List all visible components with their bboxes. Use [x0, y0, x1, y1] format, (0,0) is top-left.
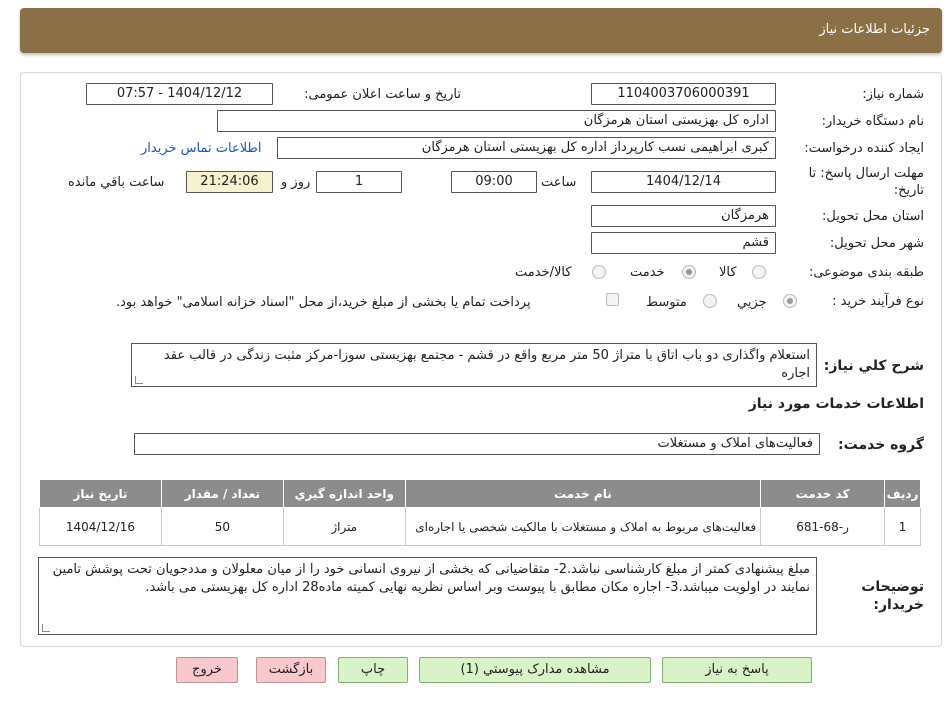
category-service-label: خدمت	[630, 265, 665, 280]
back-button[interactable]: بازگشت	[256, 657, 326, 683]
details-panel: شماره نیاز: 1104003706000391 تاریخ و ساع…	[20, 72, 942, 647]
purchase-medium-radio[interactable]	[703, 294, 717, 308]
col-row: رديف	[884, 479, 921, 508]
cell-code: ر-68-681	[760, 507, 886, 546]
deadline-time-field[interactable]: 09:00	[451, 171, 537, 193]
exit-button[interactable]: خروج	[176, 657, 238, 683]
province-field[interactable]: هرمزگان	[591, 205, 776, 227]
reply-button[interactable]: پاسخ به نیاز	[662, 657, 812, 683]
description-text: استعلام واگذاری دو باب اتاق با متراژ 50 …	[163, 348, 810, 381]
buyer-notes-label: توضيحات خريدار:	[861, 579, 924, 613]
category-goods-label: کالا	[719, 265, 737, 280]
days-label: روز و	[281, 175, 311, 190]
remaining-label: ساعت باقي مانده	[68, 175, 165, 190]
purchase-small-radio[interactable]	[783, 294, 797, 308]
resize-handle-icon[interactable]	[135, 376, 143, 384]
services-section-title: اطلاعات خدمات مورد نياز	[748, 396, 924, 412]
attachments-button[interactable]: مشاهده مدارک پیوستي (1)	[419, 657, 651, 683]
service-group-label: گروه خدمت:	[838, 437, 924, 453]
buyer-contact-link[interactable]: اطلاعات تماس خریدار	[141, 141, 261, 156]
description-label: شرح کلي نياز:	[823, 358, 924, 374]
cell-qty: 50	[160, 507, 284, 546]
buyer-notes-text: مبلغ پیشنهادی کمتر از مبلغ کارشناسی نباش…	[52, 562, 810, 595]
announce-label: تاریخ و ساعت اعلان عمومی:	[304, 87, 461, 102]
category-both-radio[interactable]	[592, 265, 606, 279]
announce-field[interactable]: 1404/12/12 - 07:57	[86, 83, 273, 105]
col-date: تاريخ نياز	[39, 479, 162, 508]
col-name: نام خدمت	[404, 479, 762, 508]
description-textarea[interactable]: استعلام واگذاری دو باب اتاق با متراژ 50 …	[131, 343, 817, 387]
table-row: 1 ر-68-681 فعالیت‌های مربوط به املاک و م…	[39, 507, 921, 546]
category-label: طبقه بندی موضوعی:	[808, 265, 924, 280]
need-number-field[interactable]: 1104003706000391	[591, 83, 776, 105]
time-label: ساعت	[541, 175, 577, 190]
deadline-label: مهلت ارسال پاسخ: تا تاریخ:	[808, 166, 924, 198]
purchase-medium-label: متوسط	[646, 295, 687, 310]
purchase-small-label: جزیي	[737, 295, 767, 310]
service-group-field[interactable]: فعالیت‌های املاک و مستغلات	[134, 433, 820, 455]
city-field[interactable]: قشم	[591, 232, 776, 254]
print-button[interactable]: چاپ	[338, 657, 408, 683]
cell-name: فعالیت‌های مربوط به املاک و مستغلات با م…	[404, 507, 762, 546]
cell-date: 1404/12/16	[39, 507, 162, 546]
table-header-row: رديف کد خدمت نام خدمت واحد اندازه گيري ت…	[39, 479, 921, 508]
creator-label: ایجاد کننده درخواست:	[804, 141, 924, 156]
cell-row: 1	[884, 507, 921, 546]
buyer-org-field[interactable]: اداره کل بهزیستی استان هرمزگان	[217, 110, 776, 132]
category-service-radio[interactable]	[682, 265, 696, 279]
resize-handle-icon[interactable]	[42, 624, 50, 632]
buyer-notes-textarea[interactable]: مبلغ پیشنهادی کمتر از مبلغ کارشناسی نباش…	[38, 557, 817, 635]
remaining-time-field: 21:24:06	[186, 171, 273, 193]
treasury-checkbox[interactable]	[606, 293, 619, 306]
col-code: کد خدمت	[760, 479, 886, 508]
days-field[interactable]: 1	[316, 171, 402, 193]
category-goods-radio[interactable]	[752, 265, 766, 279]
category-both-label: کالا/خدمت	[515, 265, 572, 280]
cell-unit: متراژ	[282, 507, 406, 546]
province-label: استان محل تحویل:	[822, 209, 924, 224]
need-number-label: شماره نیاز:	[862, 87, 924, 102]
city-label: شهر محل تحویل:	[829, 236, 924, 251]
page-title: جزئیات اطلاعات نیاز	[819, 22, 930, 37]
col-qty: تعداد / مقدار	[160, 479, 284, 508]
services-table: رديف کد خدمت نام خدمت واحد اندازه گيري ت…	[39, 479, 921, 546]
col-unit: واحد اندازه گيري	[282, 479, 406, 508]
buyer-org-label: نام دستگاه خریدار:	[821, 114, 924, 129]
payment-note: پرداخت تمام یا بخشی از مبلغ خرید،از محل …	[116, 295, 531, 310]
deadline-date-field[interactable]: 1404/12/14	[591, 171, 776, 193]
creator-field[interactable]: کبری ابراهیمی نسب کارپرداز اداره کل بهزی…	[277, 137, 776, 159]
page-header: جزئیات اطلاعات نیاز	[20, 8, 942, 53]
purchase-type-label: نوع فرآیند خرید :	[832, 294, 924, 309]
